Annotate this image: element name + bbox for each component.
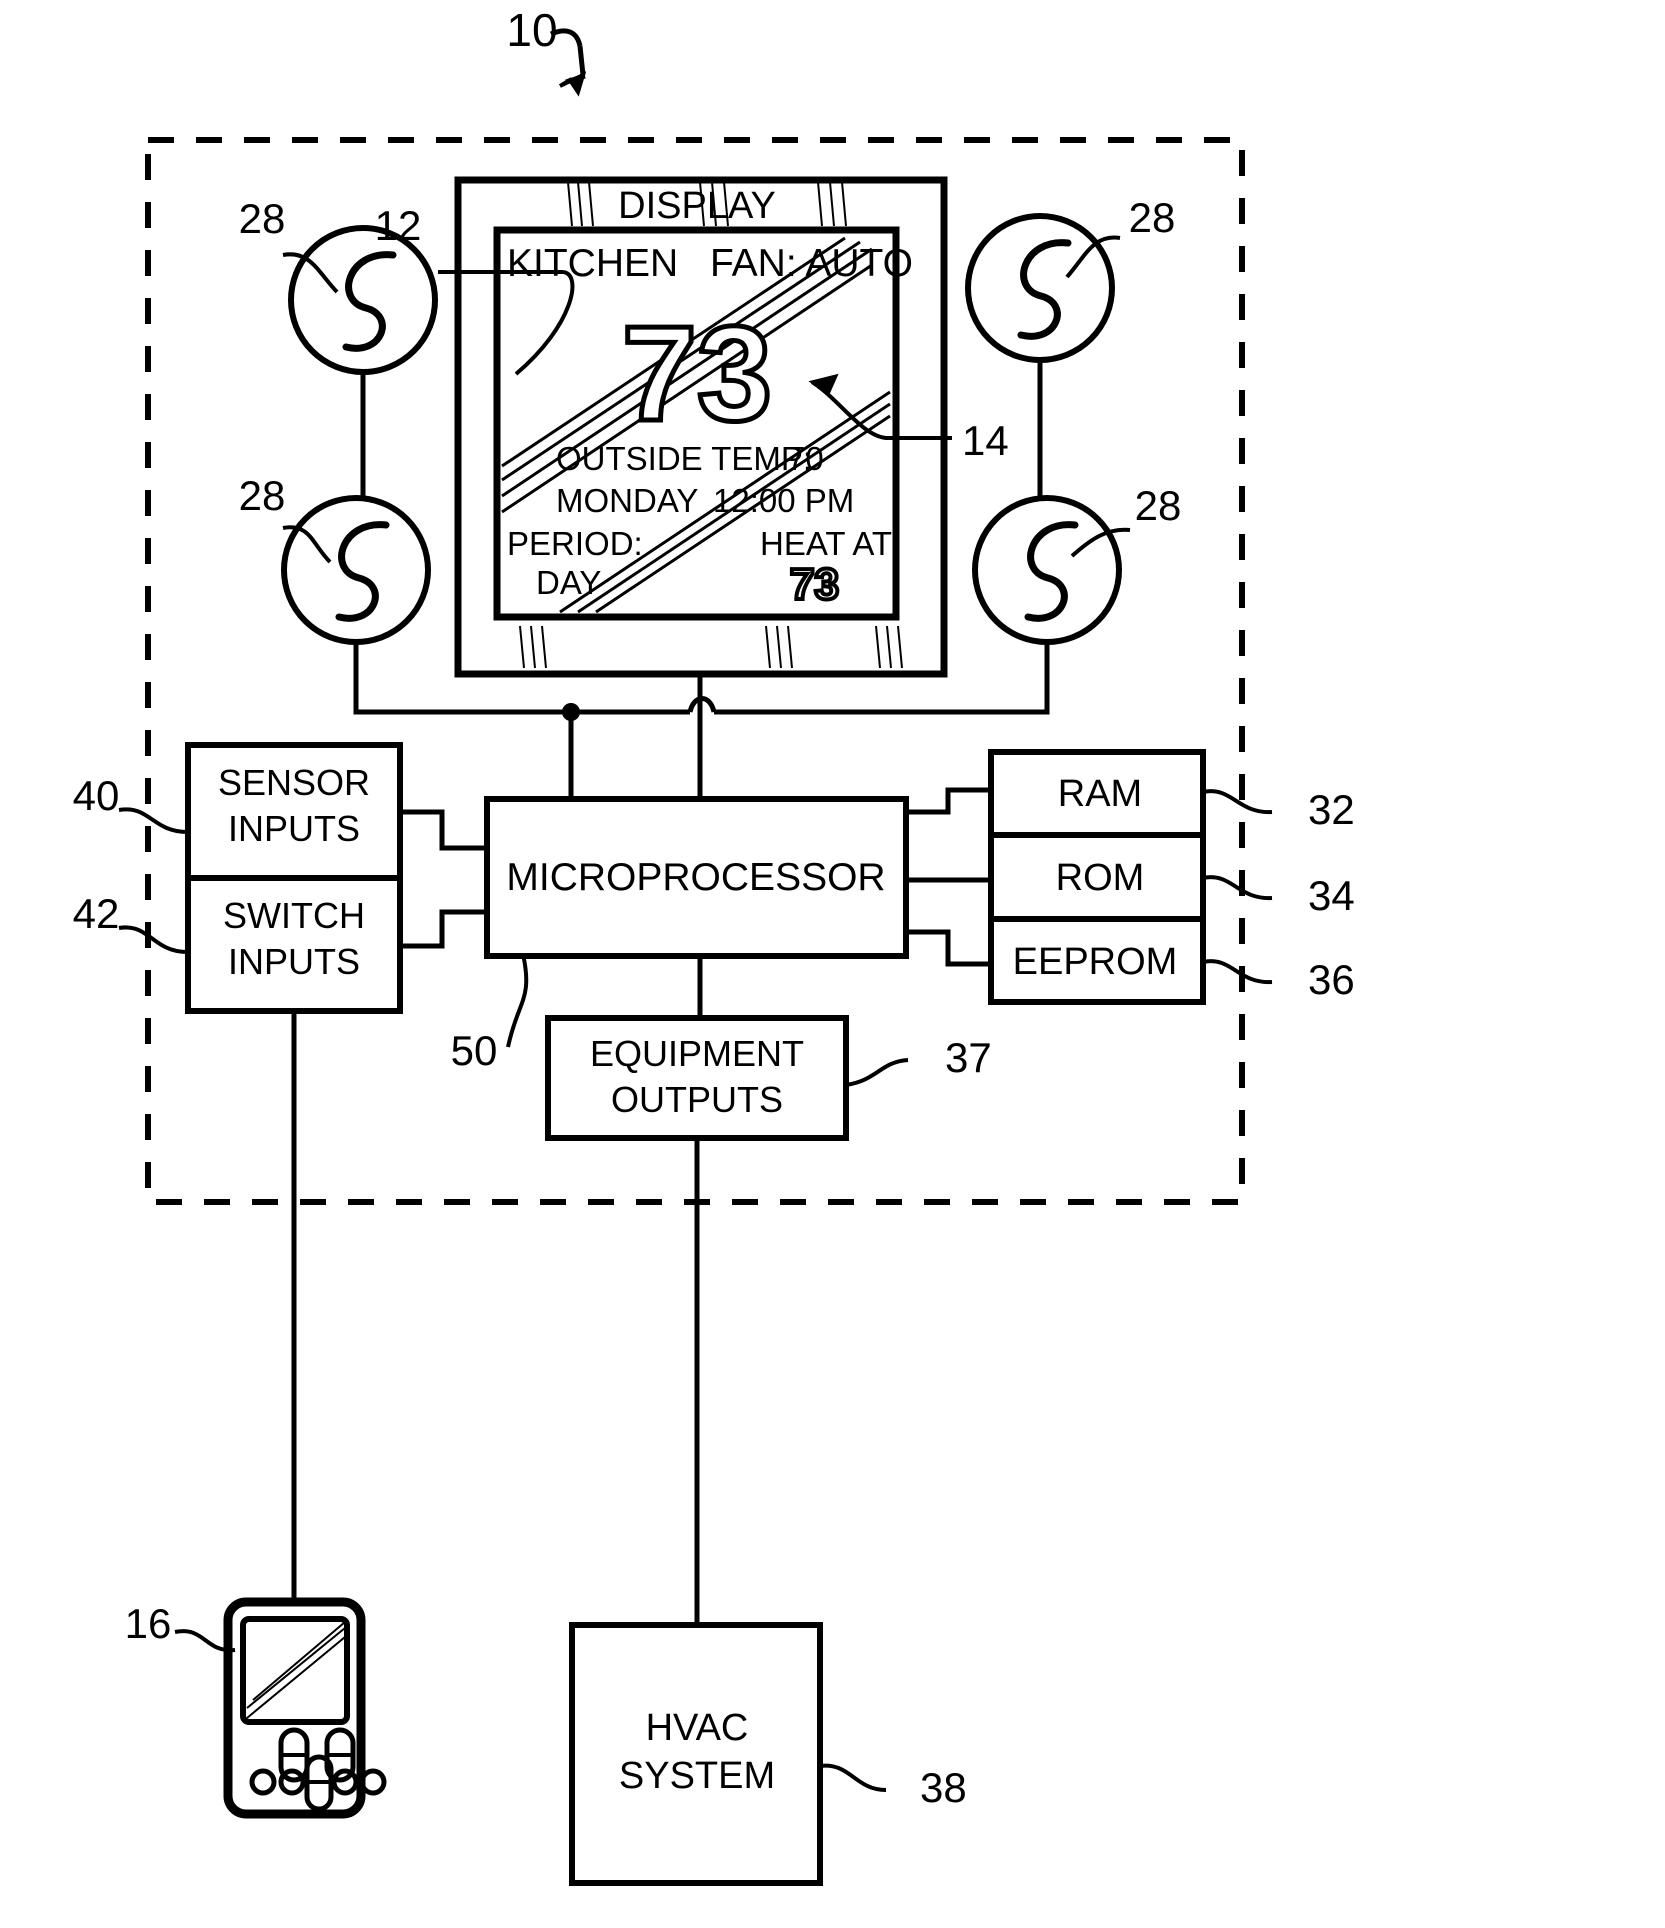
ref-label-50: 50 [451, 1027, 498, 1074]
leader-40 [118, 807, 189, 834]
hvac-system-block [569, 1622, 823, 1886]
ref-label-28-d: 28 [1135, 482, 1182, 529]
leader-36 [1202, 959, 1273, 985]
patent-figure-sheet: DISPLAY KITCHEN FAN: AUTO 73 OUTSIDE TEM… [0, 0, 1665, 1928]
screen-outside-temp-value: 70 [787, 440, 824, 477]
micro-to-memory-connectors [906, 787, 991, 967]
ref-label-14: 14 [962, 417, 1009, 464]
ref-label-40: 40 [73, 772, 120, 819]
sensor-inputs-label-line2: INPUTS [228, 808, 360, 849]
ref-label-34: 34 [1308, 872, 1355, 919]
leader-32 [1202, 789, 1273, 815]
hvac-label-line2: SYSTEM [619, 1755, 775, 1797]
screen-zone-name: KITCHEN [507, 242, 678, 285]
leader-28-bottom-right [1070, 527, 1131, 558]
switch-inputs-label-line2: INPUTS [228, 941, 360, 982]
handheld-button-1[interactable] [249, 1768, 277, 1796]
ref-label-16: 16 [125, 1600, 172, 1647]
button-bottom-left[interactable] [281, 495, 431, 645]
screen-day: MONDAY [556, 482, 698, 519]
hvac-label-line1: HVAC [646, 1707, 749, 1749]
button-top-right[interactable] [965, 213, 1115, 363]
ref-label-37: 37 [945, 1034, 992, 1081]
display-outer-label: DISPLAY [618, 185, 776, 227]
ref-label-42: 42 [73, 890, 120, 937]
equipment-outputs-label-line1: EQUIPMENT [590, 1033, 804, 1074]
screen-period-label: PERIOD: [507, 525, 643, 562]
handheld-device[interactable] [223, 1597, 387, 1819]
ref-label-28-b: 28 [239, 472, 286, 519]
eeprom-label: EEPROM [1013, 941, 1178, 983]
ref-label-12: 12 [375, 202, 422, 249]
microprocessor-label: MICROPROCESSOR [506, 856, 885, 899]
screen-outside-temp-label: OUTSIDE TEMP: [556, 440, 812, 477]
ref-label-36: 36 [1308, 956, 1355, 1003]
figure-reference-label: 10 [506, 4, 557, 56]
ref-label-38: 38 [920, 1764, 967, 1811]
leader-50 [506, 953, 529, 1048]
ref-label-28-a: 28 [239, 195, 286, 242]
sensor-to-micro-connector [400, 809, 487, 851]
screen-setpoint-value: 73 [790, 560, 839, 609]
ref-label-28-c: 28 [1129, 194, 1176, 241]
equipment-outputs-label-line2: OUTPUTS [611, 1079, 783, 1120]
figure-canvas: DISPLAY KITCHEN FAN: AUTO 73 OUTSIDE TEM… [73, 4, 1355, 1886]
switch-inputs-label-line1: SWITCH [223, 895, 365, 936]
bezel-hatch-bottom [519, 625, 903, 669]
ram-label: RAM [1058, 773, 1142, 815]
screen-period-value: DAY [536, 564, 601, 601]
leader-38 [819, 1763, 887, 1792]
sensor-inputs-label-line1: SENSOR [218, 762, 370, 803]
switch-to-micro-connector [400, 909, 487, 949]
leader-37 [845, 1058, 909, 1087]
button-bottom-right[interactable] [972, 495, 1122, 645]
screen-setpoint-label: HEAT AT [760, 525, 892, 562]
screen-current-temperature: 73 [622, 298, 772, 449]
rom-label: ROM [1056, 857, 1145, 899]
leader-34 [1202, 875, 1273, 901]
leader-42 [118, 925, 189, 954]
screen-time: 12:00 PM [713, 482, 854, 519]
handheld-screen-glare [246, 1621, 346, 1719]
button-top-left[interactable] [288, 225, 438, 375]
screen-fan-status: FAN: AUTO [710, 242, 913, 285]
ref-label-32: 32 [1308, 786, 1355, 833]
